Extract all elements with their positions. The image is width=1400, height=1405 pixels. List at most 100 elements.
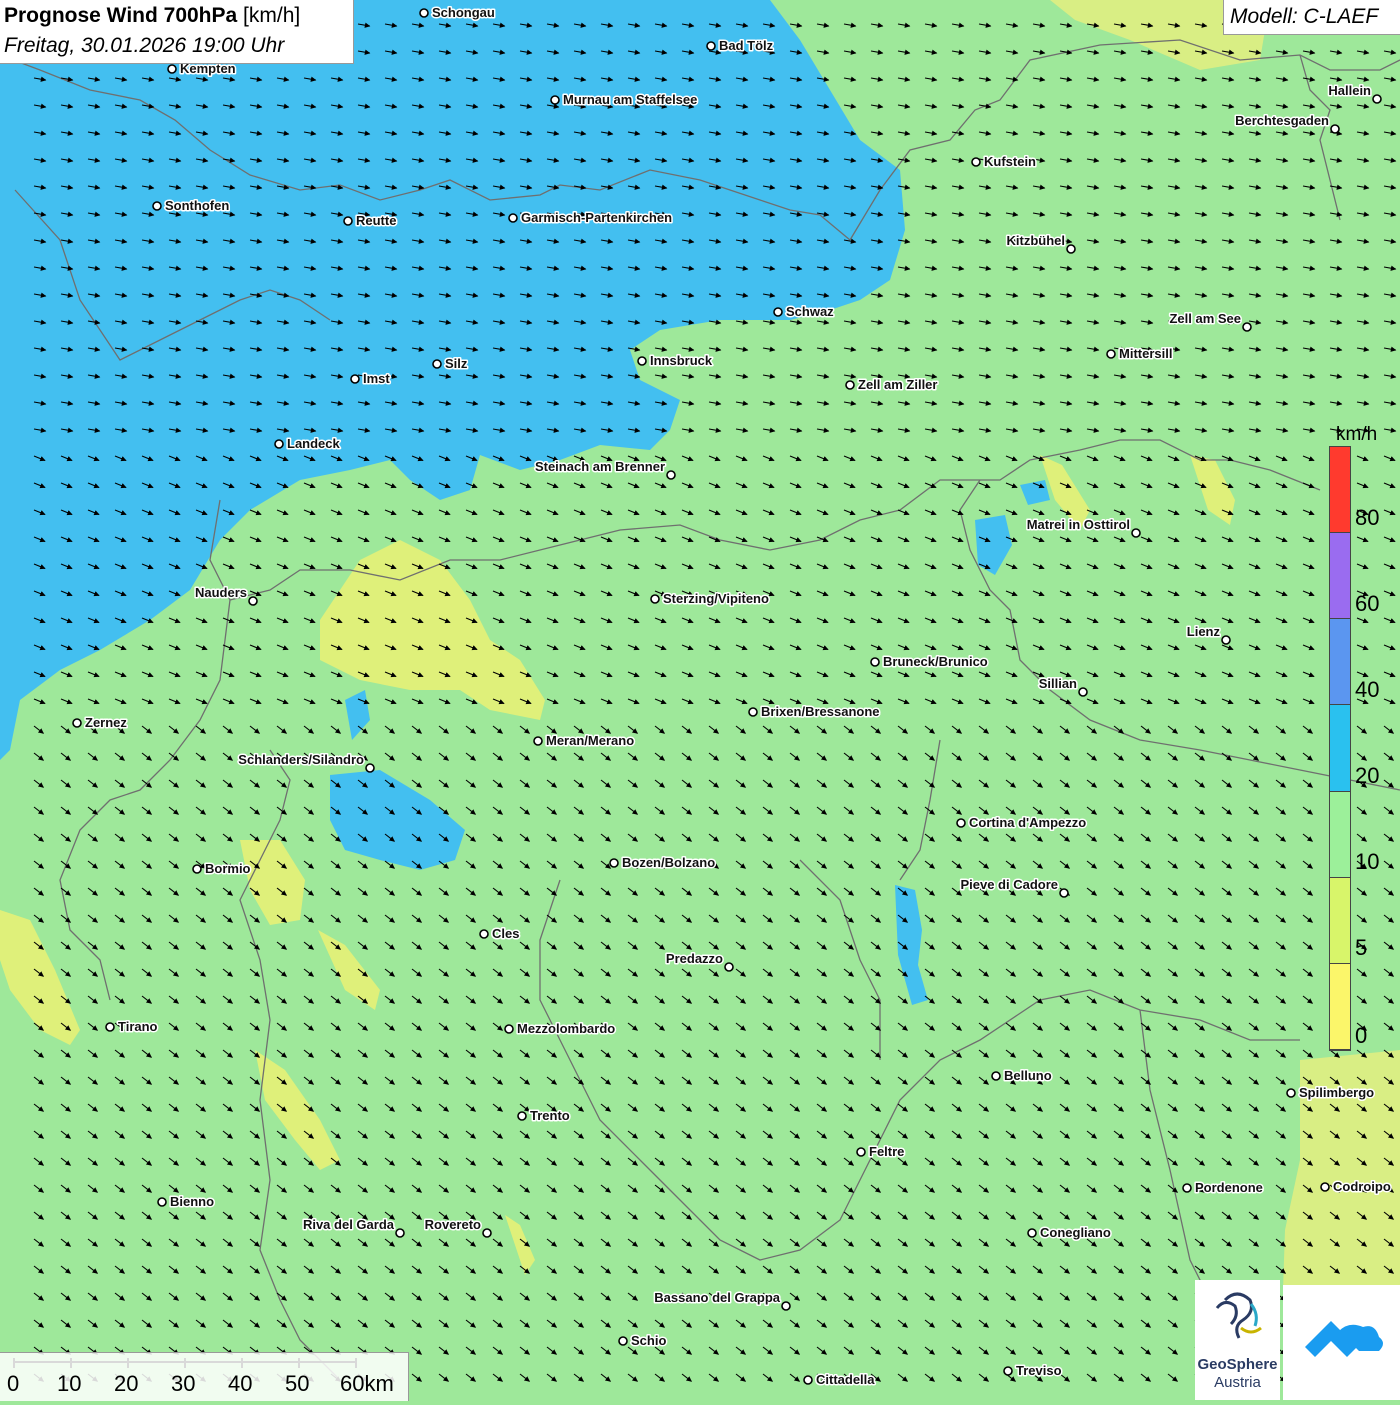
legend-segment bbox=[1330, 791, 1350, 878]
city-label: Pordenone bbox=[1195, 1180, 1263, 1195]
city-label: Zell am See bbox=[1169, 311, 1241, 326]
city-dot bbox=[508, 213, 518, 223]
wind-map[interactable]: SchongauBad TölzKemptenMurnau am Staffel… bbox=[0, 0, 1400, 1400]
city-label: Silz bbox=[445, 356, 468, 371]
city-label: Cles bbox=[492, 926, 519, 941]
city-label: Sillian bbox=[1039, 676, 1077, 691]
scalebar: 0 10 20 30 40 50 60km bbox=[0, 1352, 409, 1401]
title-unit: [km/h] bbox=[243, 4, 301, 27]
city-dot bbox=[350, 374, 360, 384]
model-box: Modell: C-LAEF bbox=[1223, 0, 1400, 35]
city-label: Bad Tölz bbox=[719, 38, 774, 53]
city-label: Sterzing/Vipiteno bbox=[663, 591, 769, 606]
city-label: Sonthofen bbox=[165, 198, 229, 213]
forecast-datetime: Freitag, 30.01.2026 19:00 Uhr bbox=[4, 34, 285, 57]
legend-segment bbox=[1330, 877, 1350, 964]
city-marker[interactable]: Pordenone bbox=[1182, 1179, 1264, 1197]
scale-label-60: 60km bbox=[340, 1371, 394, 1396]
city-label: Codroipo bbox=[1333, 1179, 1391, 1194]
title-box: Prognose Wind 700hPa [km/h] Freitag, 30.… bbox=[0, 0, 354, 64]
city-dot bbox=[1027, 1228, 1037, 1238]
city-label: Schio bbox=[631, 1333, 666, 1348]
scale-label-40: 40 bbox=[228, 1371, 253, 1396]
city-dot bbox=[870, 657, 880, 667]
city-dot bbox=[432, 359, 442, 369]
city-marker[interactable]: Murnau am Staffelsee bbox=[550, 91, 699, 109]
legend-tick-label: 20 bbox=[1355, 763, 1380, 788]
city-dot bbox=[781, 1301, 791, 1311]
city-marker[interactable]: Zell am Ziller bbox=[845, 376, 939, 394]
city-dot bbox=[724, 962, 734, 972]
scale-label-50: 50 bbox=[285, 1371, 310, 1396]
city-dot bbox=[773, 307, 783, 317]
city-marker[interactable]: Sonthofen bbox=[152, 197, 231, 215]
city-label: Bozen/Bolzano bbox=[622, 855, 715, 870]
city-dot bbox=[504, 1024, 514, 1034]
city-label: Riva del Garda bbox=[303, 1217, 395, 1232]
city-label: Rovereto bbox=[425, 1217, 481, 1232]
city-label: Imst bbox=[363, 371, 390, 386]
city-dot bbox=[1066, 244, 1076, 254]
city-label: Cittadella bbox=[816, 1372, 875, 1387]
city-label: Innsbruck bbox=[650, 353, 713, 368]
city-dot bbox=[248, 596, 258, 606]
city-marker[interactable]: Brixen/Bressanone bbox=[748, 703, 881, 721]
city-marker[interactable]: Conegliano bbox=[1027, 1224, 1112, 1242]
scale-label-20: 20 bbox=[114, 1371, 139, 1396]
city-dot bbox=[157, 1197, 167, 1207]
legend-tick-label: 10 bbox=[1355, 849, 1380, 874]
map-title: Prognose Wind 700hPa [km/h] bbox=[4, 4, 300, 28]
city-label: Garmisch-Partenkirchen bbox=[521, 210, 672, 225]
model-label: Modell: C-LAEF bbox=[1230, 5, 1379, 28]
cloud-arrow-logo[interactable] bbox=[1283, 1285, 1400, 1400]
legend-segment bbox=[1330, 533, 1350, 620]
scale-label-10: 10 bbox=[57, 1371, 82, 1396]
city-marker[interactable]: Spilimbergo bbox=[1286, 1084, 1376, 1102]
city-dot bbox=[152, 201, 162, 211]
city-dot bbox=[1372, 94, 1382, 104]
city-label: Meran/Merano bbox=[546, 733, 634, 748]
city-marker[interactable]: Garmisch-Partenkirchen bbox=[508, 209, 674, 227]
legend-tick-label: 60 bbox=[1355, 591, 1380, 616]
city-marker[interactable]: Innsbruck bbox=[637, 352, 714, 370]
city-marker[interactable]: Bruneck/Brunico bbox=[870, 653, 989, 671]
city-dot bbox=[845, 380, 855, 390]
legend-tick-label: 0 bbox=[1355, 1023, 1368, 1048]
city-label: Reutte bbox=[356, 213, 396, 228]
scale-label-0: 0 bbox=[7, 1371, 20, 1396]
city-label: Predazzo bbox=[666, 951, 723, 966]
city-label: Trento bbox=[530, 1108, 570, 1123]
city-label: Zell am Ziller bbox=[858, 377, 937, 392]
city-marker[interactable]: Mezzolombardo bbox=[504, 1020, 617, 1038]
city-dot bbox=[482, 1228, 492, 1238]
city-marker[interactable]: Schongau bbox=[419, 4, 496, 22]
city-dot bbox=[1320, 1182, 1330, 1192]
city-label: Bienno bbox=[170, 1194, 214, 1209]
city-dot bbox=[748, 707, 758, 717]
city-dot bbox=[1182, 1183, 1192, 1193]
city-dot bbox=[706, 41, 716, 51]
scale-label-30: 30 bbox=[171, 1371, 196, 1396]
city-marker[interactable]: Cortina d'Ampezzo bbox=[956, 814, 1088, 832]
city-marker[interactable]: Bozen/Bolzano bbox=[609, 854, 717, 872]
city-dot bbox=[1221, 635, 1231, 645]
geosphere-emblem-icon bbox=[1215, 1292, 1262, 1339]
city-label: Steinach am Brenner bbox=[535, 459, 665, 474]
city-dot bbox=[395, 1228, 405, 1238]
city-marker[interactable]: Sterzing/Vipiteno bbox=[650, 590, 770, 608]
city-dot bbox=[1059, 888, 1069, 898]
city-dot bbox=[479, 929, 489, 939]
geosphere-logo[interactable]: GeoSphere Austria bbox=[1195, 1280, 1280, 1400]
city-label: Conegliano bbox=[1040, 1225, 1111, 1240]
city-dot bbox=[637, 356, 647, 366]
city-label: Feltre bbox=[869, 1144, 904, 1159]
city-marker[interactable]: Meran/Merano bbox=[533, 732, 636, 750]
city-dot bbox=[991, 1071, 1001, 1081]
city-dot bbox=[1242, 322, 1252, 332]
city-dot bbox=[72, 718, 82, 728]
city-label: Cortina d'Ampezzo bbox=[969, 815, 1086, 830]
city-dot bbox=[1286, 1088, 1296, 1098]
legend-color-bar bbox=[1329, 446, 1351, 1051]
city-label: Tirano bbox=[118, 1019, 158, 1034]
city-label: Kufstein bbox=[984, 154, 1036, 169]
